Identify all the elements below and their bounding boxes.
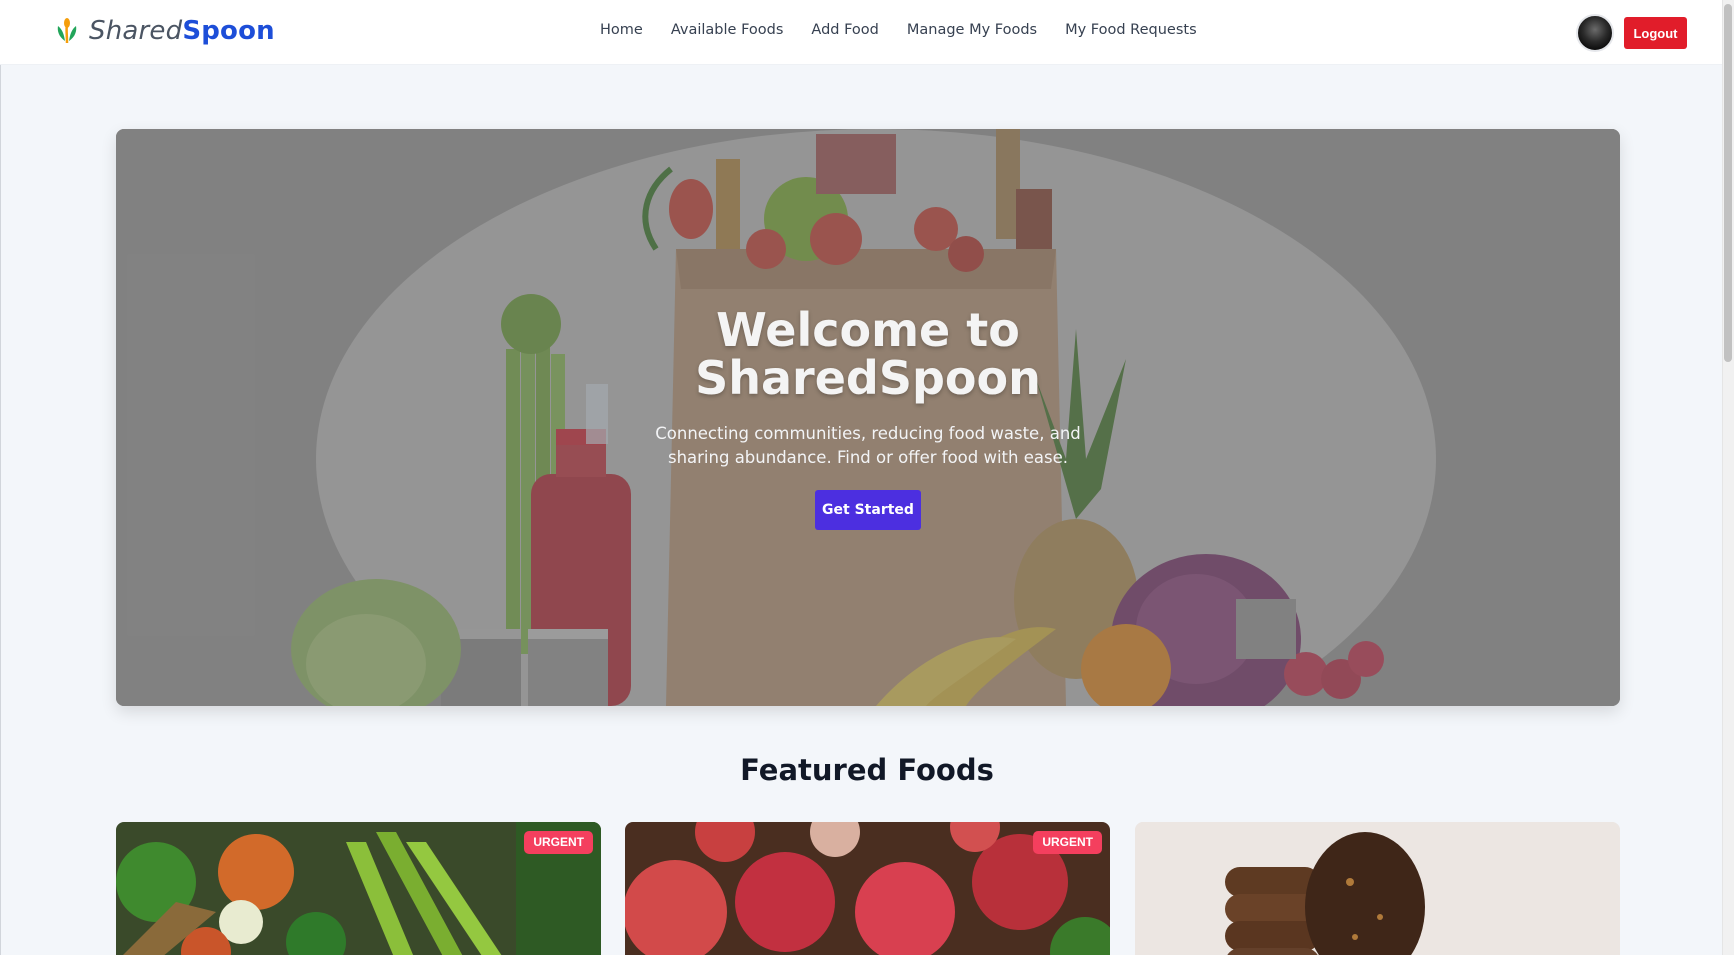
logout-button[interactable]: Logout <box>1624 17 1687 49</box>
hero-title-line2: SharedSpoon <box>695 351 1041 405</box>
food-card-apples[interactable]: URGENT <box>625 822 1110 955</box>
brand-logo-link[interactable]: SharedSpoon <box>53 15 275 46</box>
user-avatar[interactable] <box>1576 14 1614 52</box>
window-edge <box>0 0 1 955</box>
chocolate-cookies-image <box>1135 822 1620 955</box>
brand-name-part2: Spoon <box>182 16 275 46</box>
brand-name: SharedSpoon <box>89 15 275 46</box>
hero-banner: Welcome to SharedSpoon Connecting commun… <box>116 129 1620 706</box>
nav-link-add-food[interactable]: Add Food <box>811 22 878 38</box>
main-nav: Home Available Foods Add Food Manage My … <box>600 22 1225 38</box>
nav-link-home[interactable]: Home <box>600 22 643 38</box>
get-started-button[interactable]: Get Started <box>815 490 921 530</box>
hero-title-line1: Welcome to <box>716 303 1020 357</box>
food-card-vegetables[interactable]: URGENT <box>116 822 601 955</box>
nav-link-manage-my-foods[interactable]: Manage My Foods <box>907 22 1037 38</box>
scrollbar-thumb[interactable] <box>1724 4 1732 362</box>
urgent-badge: URGENT <box>1033 831 1102 854</box>
top-navbar: SharedSpoon Home Available Foods Add Foo… <box>0 0 1734 65</box>
sprout-logo-icon <box>57 17 77 43</box>
hero-title: Welcome to SharedSpoon <box>116 306 1620 402</box>
featured-foods-title: Featured Foods <box>740 753 994 787</box>
nav-link-available-foods[interactable]: Available Foods <box>671 22 784 38</box>
page-scrollbar[interactable] <box>1722 0 1734 955</box>
nav-link-my-food-requests[interactable]: My Food Requests <box>1065 22 1197 38</box>
urgent-badge: URGENT <box>524 831 593 854</box>
brand-name-part1: Shared <box>89 16 183 46</box>
food-card-cookies[interactable] <box>1135 822 1620 955</box>
hero-content: Welcome to SharedSpoon Connecting commun… <box>116 129 1620 706</box>
hero-subtitle: Connecting communities, reducing food wa… <box>655 424 1081 467</box>
